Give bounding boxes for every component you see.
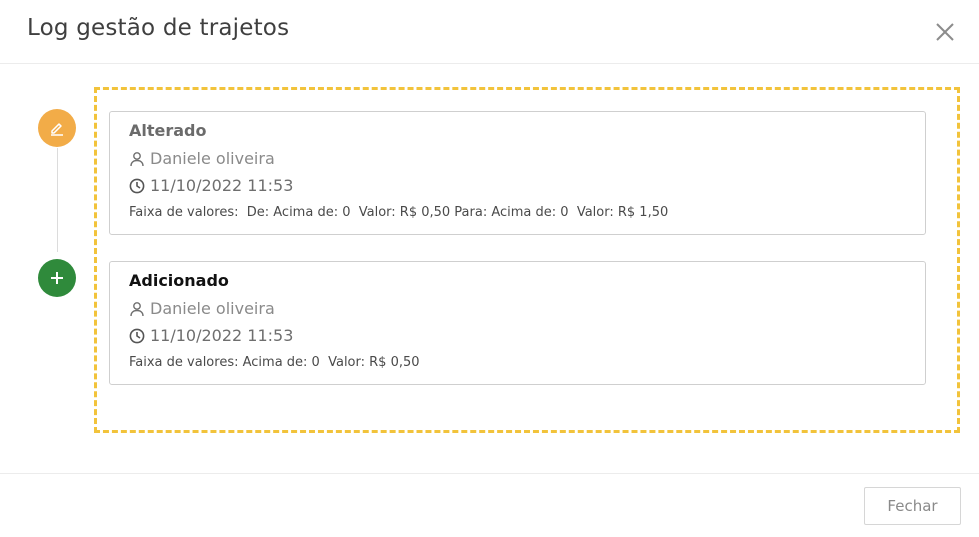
plus-icon [38,259,76,297]
user-icon [129,151,145,167]
timeline-connector [57,148,58,252]
modal-body: Alterado Daniele oliveira 11/10/2022 11:… [0,64,979,474]
clock-icon [129,178,145,194]
log-entry-timestamp: 11/10/2022 11:53 [150,176,294,195]
modal-title: Log gestão de trajetos [27,15,290,41]
log-entry-timestamp: 11/10/2022 11:53 [150,326,294,345]
log-entry-details: Faixa de valores: De: Acima de: 0 Valor:… [129,205,669,220]
log-entry-details: Faixa de valores: Acima de: 0 Valor: R$ … [129,355,420,370]
log-entry-time: 11/10/2022 11:53 [129,176,293,195]
log-entry-user: Daniele oliveira [129,149,275,168]
close-button[interactable]: Fechar [864,487,961,525]
user-icon [129,301,145,317]
log-entry-user-name: Daniele oliveira [150,149,275,168]
edit-icon [38,109,76,147]
modal-header: Log gestão de trajetos [0,0,979,64]
log-entry-title: Adicionado [129,271,229,290]
log-entry-time: 11/10/2022 11:53 [129,326,293,345]
log-entry-user-name: Daniele oliveira [150,299,275,318]
close-icon[interactable] [933,20,957,44]
log-modal: Log gestão de trajetos Alterado Daniele … [0,0,979,537]
clock-icon [129,328,145,344]
log-entry-user: Daniele oliveira [129,299,275,318]
log-entry-card: Adicionado Daniele oliveira 11/10/2022 1… [109,261,926,385]
log-entry-title: Alterado [129,121,207,140]
log-entry-card: Alterado Daniele oliveira 11/10/2022 11:… [109,111,926,235]
modal-footer: Fechar [0,473,979,537]
